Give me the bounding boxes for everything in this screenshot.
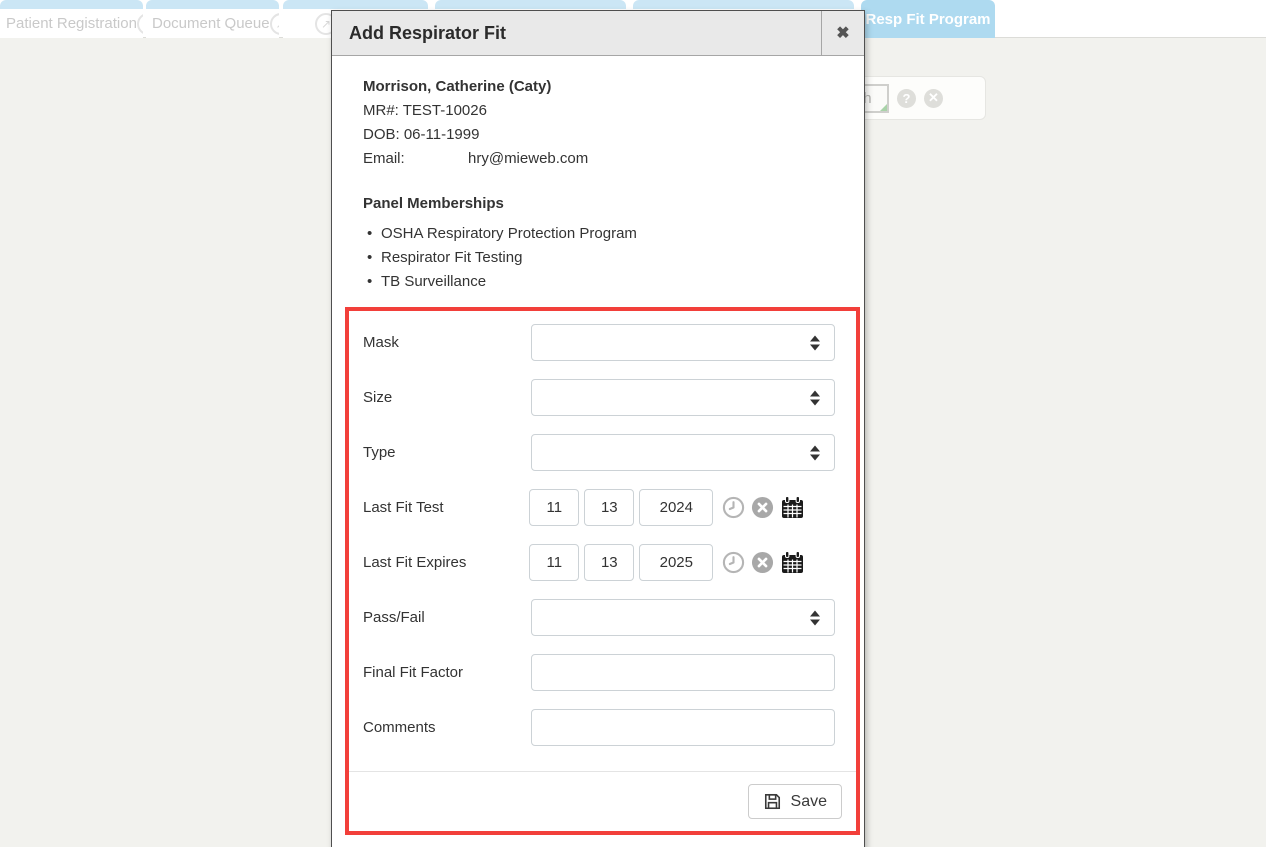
size-row: Size	[363, 379, 856, 416]
size-select[interactable]	[531, 379, 835, 416]
last-fit-expires-year-input[interactable]	[639, 544, 713, 581]
pass-fail-row: Pass/Fail	[363, 599, 856, 636]
last-fit-test-month-input[interactable]	[529, 489, 579, 526]
dialog-header: Add Respirator Fit ✖	[332, 11, 864, 56]
clock-icon	[722, 496, 745, 519]
final-fit-factor-row: Final Fit Factor	[363, 654, 856, 691]
tab-top-strip	[283, 0, 428, 9]
type-select[interactable]	[531, 434, 835, 471]
tab-top-strip	[0, 0, 143, 9]
select-arrows-icon	[810, 610, 820, 625]
comments-row: Comments	[363, 709, 856, 746]
save-button[interactable]: Save	[748, 784, 842, 819]
highlight-border-form-section: Mask Size Type Last Fit Test	[345, 307, 860, 835]
last-fit-expires-label: Last Fit Expires	[363, 554, 529, 571]
email-label: Email:	[363, 147, 468, 171]
type-row: Type	[363, 434, 856, 471]
last-fit-expires-month-input[interactable]	[529, 544, 579, 581]
clear-date-button[interactable]	[751, 496, 774, 519]
tab-label: Document Queue	[152, 15, 270, 32]
tab-label: Patient Registration	[6, 15, 137, 32]
save-label: Save	[791, 793, 827, 811]
last-fit-expires-row: Last Fit Expires	[363, 544, 856, 581]
last-fit-expires-day-input[interactable]	[584, 544, 634, 581]
patient-email-row: Email:hry@mieweb.com	[363, 147, 844, 171]
final-fit-factor-label: Final Fit Factor	[363, 664, 531, 681]
select-arrows-icon	[810, 390, 820, 405]
final-fit-factor-input[interactable]	[531, 654, 835, 691]
tab-label: Resp Fit Program	[865, 11, 990, 28]
close-icon: ✖	[836, 23, 849, 43]
x-circle-icon	[751, 496, 774, 519]
calendar-picker-button[interactable]	[780, 496, 805, 520]
patient-mr: MR#: TEST-10026	[363, 99, 844, 123]
mask-select[interactable]	[531, 324, 835, 361]
resize-handle[interactable]	[880, 104, 887, 111]
comments-label: Comments	[363, 719, 531, 736]
clear-date-button[interactable]	[751, 551, 774, 574]
close-button[interactable]: ✖	[821, 11, 864, 55]
clock-icon	[722, 551, 745, 574]
time-now-button[interactable]	[722, 496, 745, 519]
tab-document-queue[interactable]: Document Queue ↗	[146, 0, 279, 38]
list-item: Respirator Fit Testing	[363, 246, 844, 270]
last-fit-test-label: Last Fit Test	[363, 499, 529, 516]
calendar-picker-button[interactable]	[780, 551, 805, 575]
select-arrows-icon	[810, 335, 820, 350]
select-arrows-icon	[810, 445, 820, 460]
last-fit-test-row: Last Fit Test	[363, 489, 856, 526]
type-label: Type	[363, 444, 531, 461]
last-fit-test-year-input[interactable]	[639, 489, 713, 526]
save-disk-icon	[763, 792, 782, 811]
time-now-button[interactable]	[722, 551, 745, 574]
panel-memberships-list: OSHA Respiratory Protection Program Resp…	[363, 222, 844, 294]
patient-name: Morrison, Catherine (Caty)	[363, 75, 844, 99]
list-item: OSHA Respiratory Protection Program	[363, 222, 844, 246]
calendar-icon	[780, 551, 805, 575]
tab-top-strip	[435, 0, 626, 9]
external-link-icon[interactable]: ↗	[270, 13, 279, 35]
panel-memberships-heading: Panel Memberships	[363, 193, 844, 215]
x-circle-icon	[751, 551, 774, 574]
mask-row: Mask	[363, 324, 856, 361]
last-fit-test-day-input[interactable]	[584, 489, 634, 526]
list-item: TB Surveillance	[363, 270, 844, 294]
tab-top-strip	[633, 0, 854, 9]
add-respirator-fit-dialog: Add Respirator Fit ✖ Morrison, Catherine…	[331, 10, 865, 847]
tab-resp-fit-program[interactable]: Resp Fit Program	[861, 0, 995, 38]
tab-patient-registration[interactable]: Patient Registration ↗	[0, 0, 143, 38]
calendar-icon	[780, 496, 805, 520]
pass-fail-label: Pass/Fail	[363, 609, 531, 626]
help-icon[interactable]: ?	[897, 89, 916, 108]
dialog-title: Add Respirator Fit	[332, 11, 821, 55]
external-link-icon[interactable]: ↗	[137, 13, 143, 35]
tab-top-strip	[146, 0, 279, 9]
comments-input[interactable]	[531, 709, 835, 746]
email-value: hry@mieweb.com	[468, 150, 588, 167]
patient-info: Morrison, Catherine (Caty) MR#: TEST-100…	[332, 56, 864, 171]
pass-fail-select[interactable]	[531, 599, 835, 636]
clear-icon[interactable]: ✕	[924, 89, 943, 108]
mask-label: Mask	[363, 334, 531, 351]
patient-dob: DOB: 06-11-1999	[363, 123, 844, 147]
dialog-footer: Save	[349, 771, 856, 831]
size-label: Size	[363, 389, 531, 406]
